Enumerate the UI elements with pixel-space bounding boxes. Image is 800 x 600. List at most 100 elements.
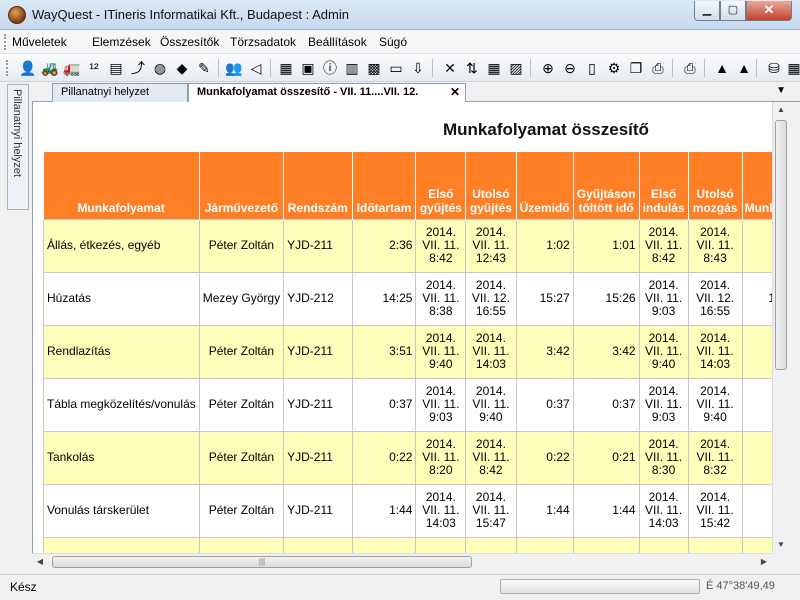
download-icon[interactable]: ⇩ — [408, 58, 428, 78]
cell-process: Húzatás — [43, 271, 200, 326]
database-icon[interactable]: ⛁ — [764, 58, 784, 78]
column-header[interactable]: Utolsó mozgás — [688, 152, 743, 219]
copy-icon[interactable]: ❐ — [626, 58, 646, 78]
date-part: 8:42 — [479, 463, 503, 477]
toolbar-grip[interactable] — [6, 60, 9, 76]
horizontal-scroll-thumb[interactable]: ||| — [52, 556, 472, 568]
vertical-scroll-thumb[interactable] — [775, 120, 787, 370]
scroll-left-icon[interactable]: ◀ — [32, 554, 48, 570]
film-icon[interactable]: ▥ — [342, 58, 362, 78]
close-tab-icon[interactable]: ✕ — [450, 84, 460, 101]
cell-collect-time: 0:37 — [572, 377, 640, 432]
menu-2[interactable]: Elemzések — [92, 35, 151, 49]
tab-pillanatnyi-helyzet[interactable]: Pillanatnyi helyzet — [52, 83, 188, 102]
column-header[interactable]: Rendszám — [283, 152, 353, 219]
menu-3[interactable]: Összesítők — [160, 35, 219, 49]
table-row[interactable]: Tankolás Péter Zoltán YJD-211 0:22 2014. VII.… — [43, 430, 789, 485]
cell-driver: Péter Zoltán — [198, 430, 285, 485]
table-row[interactable]: Állás, étkezés, egyéb Péter Zoltán YJD-211… — [43, 218, 789, 273]
menu-grip[interactable] — [4, 34, 7, 50]
marker-icon[interactable]: ✎ — [194, 58, 214, 78]
globe-icon[interactable]: ◍ — [150, 58, 170, 78]
scroll-right-icon[interactable]: ▶ — [756, 554, 772, 570]
grid-icon[interactable]: ▩ — [364, 58, 384, 78]
image-icon[interactable]: ▨ — [506, 58, 526, 78]
cell-operating: 3:42 — [515, 324, 574, 379]
table-row[interactable]: Vonulás társkerület Péter Zoltán YJD-211 1:… — [43, 483, 789, 538]
settings-icon[interactable]: ⚙ — [604, 58, 624, 78]
tab-munkafolyamat-osszesito[interactable]: Munkafolyamat összesítő - VII. 11....VII… — [188, 83, 466, 103]
column-header[interactable]: Időtartam — [352, 152, 417, 219]
chart2-icon[interactable]: ▲ — [734, 58, 754, 78]
cell-collect-time: 3:42 — [572, 324, 640, 379]
print-icon[interactable]: ⎙ — [648, 58, 668, 78]
report-title: Munkafolyamat összesítő — [443, 120, 649, 139]
menu-6[interactable]: Súgó — [379, 35, 407, 49]
column-header[interactable]: Üzemidő — [516, 152, 574, 219]
table-row[interactable]: Rendlazítás Péter Zoltán YJD-211 3:51 2014. V… — [43, 324, 789, 379]
date-part: 8:30 — [651, 463, 676, 477]
cell-first-collect: 2014. VII. 11. 8:42 — [415, 218, 467, 273]
sort-icon[interactable]: ⇅ — [462, 58, 482, 78]
chart-icon[interactable]: ▲ — [712, 58, 732, 78]
cell-plate: YJD-211 — [283, 218, 353, 273]
column-header-label: Gyűjtáson — [576, 186, 636, 201]
cell-duration: 2:36 — [351, 218, 417, 273]
table-row[interactable]: Húzatás Mezey György YJD-212 14:25 2014. VII.… — [43, 271, 789, 326]
cell-collect-time: 1:44 — [572, 483, 640, 538]
cell-operating: 0:37 — [515, 377, 574, 432]
tab-list-dropdown-icon[interactable]: ▼ — [776, 85, 786, 96]
people-icon[interactable]: 👥 — [224, 58, 244, 78]
vehicle-icon[interactable]: 🚜 — [40, 58, 60, 78]
maximize-button[interactable]: ▢ — [720, 1, 746, 21]
truck-icon[interactable]: 🚛 — [62, 58, 82, 78]
table-row[interactable]: Tábla megközelítés/vonulás Péter Zoltán YJ… — [43, 377, 789, 432]
status-text: Kész — [10, 580, 37, 594]
minimize-button[interactable]: ▁ — [694, 1, 720, 21]
cube-icon[interactable]: ◆ — [172, 58, 192, 78]
print-disabled-icon[interactable]: ⎙ — [680, 58, 700, 78]
table-icon[interactable]: ▦ — [484, 58, 504, 78]
column-header[interactable]: Gyűjtáson töltött idő — [573, 152, 640, 219]
menu-5[interactable]: Beállítások — [308, 35, 367, 49]
cell-first-start: 2014. VII. 11. 8:30 — [638, 430, 689, 485]
scroll-down-icon[interactable]: ▼ — [773, 537, 789, 553]
page-icon[interactable]: ▯ — [582, 58, 602, 78]
driver-icon[interactable]: 👤 — [18, 58, 38, 78]
column-header[interactable]: Utolsó gyűjtés — [465, 152, 517, 219]
horizontal-scrollbar[interactable]: ◀ ||| ▶ — [32, 553, 772, 570]
column-header[interactable]: Első indulás — [639, 152, 689, 219]
report-table: Munkafolyamat Járművezető Rendszám Időtarta… — [43, 152, 789, 570]
close-button[interactable]: ✕ — [746, 1, 792, 21]
menu-1[interactable]: Műveletek — [12, 35, 67, 49]
vertical-scrollbar[interactable]: ▲ ▼ — [772, 102, 789, 553]
cell-last-move: 2014. VII. 11. 8:32 — [687, 430, 743, 485]
monitor-icon[interactable]: ▭ — [386, 58, 406, 78]
cell-last-collect: 2014. VII. 12. 16:55 — [465, 271, 517, 326]
side-panel-tab[interactable]: Pillanatnyi helyzet — [7, 84, 29, 210]
speaker-icon[interactable]: ◁ — [246, 58, 266, 78]
report-icon[interactable]: ▤ — [106, 58, 126, 78]
calendar-icon[interactable]: ¹² — [84, 58, 104, 78]
cell-plate: YJD-212 — [283, 271, 353, 326]
zoom-in-icon[interactable]: ⊕ — [538, 58, 558, 78]
tools-icon[interactable]: ✕ — [440, 58, 460, 78]
zoom-out-icon[interactable]: ⊖ — [560, 58, 580, 78]
toolbar-separator — [432, 59, 433, 77]
column-header[interactable]: Járművezető — [199, 152, 285, 219]
column-header[interactable]: Munkafolyamat — [43, 152, 200, 219]
route-icon[interactable]: ⤴ — [128, 58, 148, 78]
date-part: 9:03 — [429, 410, 453, 424]
column-header-label: Munkafolyamat — [77, 200, 165, 215]
cell-collect-time: 1:01 — [572, 218, 640, 273]
menu-4[interactable]: Törzsadatok — [230, 35, 296, 49]
toolbar-separator — [530, 59, 531, 77]
column-header[interactable]: Első gyűjtés — [415, 152, 467, 219]
cell-first-collect: 2014. VII. 11. 8:38 — [415, 271, 467, 326]
print-preview-icon[interactable]: ▣ — [298, 58, 318, 78]
info-icon[interactable]: ⓘ — [320, 58, 340, 78]
export-icon[interactable]: ▦ — [276, 58, 296, 78]
scroll-up-icon[interactable]: ▲ — [773, 102, 789, 118]
more-icon[interactable]: ▦ — [784, 58, 800, 78]
date-part: 14:03 — [700, 357, 731, 371]
